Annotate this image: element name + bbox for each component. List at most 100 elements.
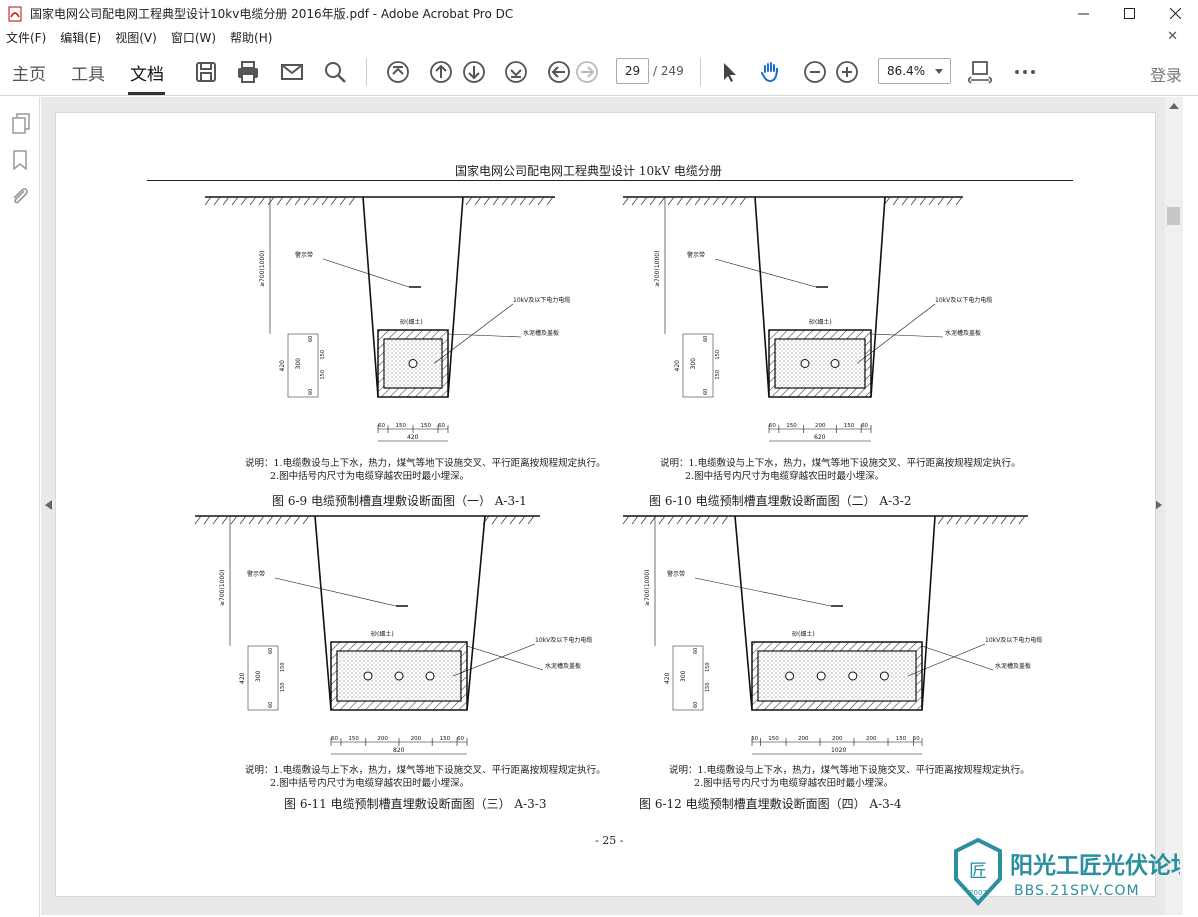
fig2-dim-v: 420 <box>674 360 681 372</box>
menu-file[interactable]: 文件(F) <box>6 29 46 46</box>
fig2-cable <box>800 359 810 368</box>
select-tool-icon[interactable] <box>718 60 742 84</box>
fig3-leader <box>274 577 397 607</box>
previous-page-icon[interactable] <box>429 60 453 84</box>
menu-edit[interactable]: 编辑(E) <box>60 29 101 46</box>
fig4-cable <box>785 671 795 681</box>
fig4-dim-v: 420 <box>664 672 671 684</box>
zoom-value: 86.4% <box>887 64 926 78</box>
fig3-ground-hatch <box>212 515 220 525</box>
page-thumbnails-icon[interactable] <box>11 113 31 135</box>
fig1-ground-hatch <box>339 196 347 206</box>
save-icon[interactable] <box>194 60 218 84</box>
fig1-label-trough: 水泥槽及盖板 <box>523 329 559 337</box>
scroll-up-icon[interactable] <box>1169 102 1179 110</box>
fig3-dim-h: 60 <box>331 736 338 742</box>
expand-right-panel-icon[interactable] <box>1155 500 1163 510</box>
toolbar-divider <box>700 58 701 86</box>
close-icon <box>1169 8 1181 19</box>
forward-view-icon[interactable] <box>575 60 599 84</box>
hand-tool-icon[interactable] <box>759 60 783 84</box>
fig2-ground-hatch <box>703 196 711 206</box>
zoom-out-icon[interactable] <box>803 60 827 84</box>
menu-help[interactable]: 帮助(H) <box>230 29 272 46</box>
fig3-dim-v: 150 <box>280 682 286 692</box>
more-options-icon[interactable] <box>1013 60 1037 84</box>
fig1-ground-hatch <box>465 196 473 206</box>
fig2-sand-fill <box>775 339 865 388</box>
fig1-ground-hatch <box>348 196 356 206</box>
close-document-icon[interactable]: ✕ <box>1167 29 1178 44</box>
page-number: - 25 - <box>595 834 624 847</box>
fig4-ground-hatch <box>1009 515 1017 525</box>
close-button[interactable] <box>1152 0 1198 27</box>
fig3-label-trough: 水泥槽及盖板 <box>545 662 581 670</box>
tab-document[interactable]: 文档 <box>130 60 164 85</box>
fig4-trench-wall-left <box>734 515 753 711</box>
figure-4-note-2: 2.图中括号内尺寸为电缆穿越农田时最小埋深。 <box>694 778 894 789</box>
fit-page-icon[interactable] <box>968 60 992 84</box>
tab-tools[interactable]: 工具 <box>71 60 105 85</box>
fig1-dim-v: 420 <box>279 360 286 372</box>
fig4-dim-h: 50 <box>751 736 758 742</box>
fig4-dim-width: 1020 <box>831 747 846 754</box>
fig3-trench-wall-right <box>466 515 486 711</box>
figure-3-note-2: 2.图中括号内尺寸为电缆穿越农田时最小埋深。 <box>270 778 470 789</box>
fig4-ground-hatch <box>667 515 675 525</box>
fig1-dim-h: 60 <box>378 423 385 429</box>
fig2-dim-v: 60 <box>703 336 709 342</box>
page-content: 国家电网公司配电网工程典型设计 10kV 电缆分册 警示带 砂(细土) 10kV及以… <box>55 112 1156 897</box>
fig2-dim-v: 150 <box>715 370 721 380</box>
fig4-ground-hatch <box>694 515 702 525</box>
fig3-dim-h: 200 <box>411 736 422 742</box>
fig1-ground-hatch <box>510 196 518 206</box>
tab-home[interactable]: 主页 <box>12 60 46 85</box>
fig1-ground-hatch <box>240 196 248 206</box>
maximize-icon <box>1123 8 1135 19</box>
fig1-ground-hatch <box>546 196 554 206</box>
fig4-ground-hatch <box>982 515 990 525</box>
fig4-dim-v: 150 <box>705 682 711 692</box>
zoom-in-icon[interactable] <box>835 60 859 84</box>
bookmarks-icon[interactable] <box>12 150 28 170</box>
fig1-ground-hatch <box>483 196 491 206</box>
left-navigation-rail <box>0 97 40 917</box>
fig4-cable <box>848 671 858 681</box>
fig2-dim-v: 60 <box>703 389 709 395</box>
minimize-button[interactable] <box>1060 0 1106 27</box>
menu-window[interactable]: 窗口(W) <box>171 29 216 46</box>
fig3-dim-v: 60 <box>268 648 274 654</box>
zoom-select[interactable]: 86.4% <box>878 58 951 84</box>
maximize-button[interactable] <box>1106 0 1152 27</box>
last-page-icon[interactable] <box>504 60 528 84</box>
search-icon[interactable] <box>323 60 347 84</box>
back-view-icon[interactable] <box>547 60 571 84</box>
fig2-ground-hatch <box>712 196 720 206</box>
email-icon[interactable] <box>280 60 304 84</box>
fig1-ground-hatch <box>330 196 338 206</box>
figure-2-note-2: 2.图中括号内尺寸为电缆穿越农田时最小埋深。 <box>685 471 885 482</box>
fig4-leader <box>921 645 994 671</box>
login-link[interactable]: 登录 <box>1150 62 1182 86</box>
fig4-label-trough: 水泥槽及盖板 <box>995 662 1031 670</box>
fig3-dim-v: 150 <box>280 662 286 672</box>
menu-view[interactable]: 视图(V) <box>115 29 157 46</box>
fig4-ground-hatch <box>946 515 954 525</box>
fig2-ground-hatch <box>649 196 657 206</box>
fig3-trench-wall-left <box>314 515 332 711</box>
fig1-dim-v: 150 <box>320 350 326 360</box>
fig1-ground-hatch <box>258 196 266 206</box>
page-number-input[interactable]: 29 <box>616 58 649 84</box>
fig4-sand-fill <box>758 651 916 701</box>
fig4-dim-h: 200 <box>798 736 809 742</box>
print-icon[interactable] <box>236 60 260 84</box>
next-page-icon[interactable] <box>462 60 486 84</box>
fig3-dim-v: 300 <box>255 670 262 682</box>
fig1-dim-v: 150 <box>320 370 326 380</box>
collapse-left-panel-icon[interactable] <box>45 500 53 510</box>
attachments-icon[interactable] <box>10 185 30 207</box>
minimize-icon <box>1077 13 1089 15</box>
watermark-url: BBS.21SPV.COM <box>1014 883 1140 899</box>
scrollbar-thumb[interactable] <box>1167 207 1180 225</box>
first-page-icon[interactable] <box>386 60 410 84</box>
